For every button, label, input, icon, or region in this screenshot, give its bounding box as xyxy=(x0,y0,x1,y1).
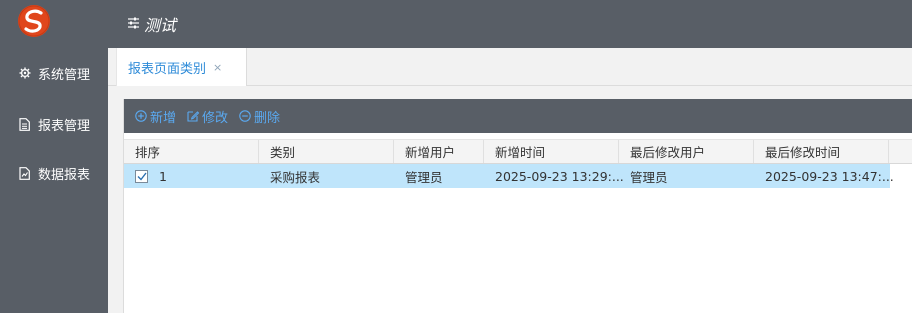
add-button[interactable]: 新增 xyxy=(135,107,176,126)
app-title: 测试 xyxy=(144,16,177,35)
document-icon xyxy=(18,117,31,131)
column-header-modified-time[interactable]: 最后修改时间 xyxy=(754,140,889,163)
tab-report-page-category[interactable]: 报表页面类别 × xyxy=(116,48,247,86)
close-icon[interactable]: × xyxy=(213,61,222,74)
edit-button-label: 修改 xyxy=(202,110,229,126)
toolbar: 新增 修改 删除 xyxy=(124,99,912,133)
column-header-modified-by[interactable]: 最后修改用户 xyxy=(619,140,754,163)
row-checkbox[interactable] xyxy=(135,169,148,183)
sidebar-item-system-management[interactable]: 系统管理 xyxy=(0,58,108,88)
cell-category: 采购报表 xyxy=(270,169,321,185)
column-header-created-by[interactable]: 新增用户 xyxy=(394,140,484,163)
add-button-label: 新增 xyxy=(150,110,177,126)
sidebar-item-report-management[interactable]: 报表管理 xyxy=(0,109,108,139)
report-icon xyxy=(18,166,31,180)
menu-toggle-icon[interactable] xyxy=(128,17,139,29)
cell-sort-value: 1 xyxy=(159,168,167,184)
cell-created-by: 管理员 xyxy=(405,169,443,185)
delete-button-label: 删除 xyxy=(254,110,281,126)
minus-circle-icon xyxy=(239,110,251,122)
cell-sort: 1 xyxy=(124,164,259,188)
sidebar: 系统管理 报表管理 数据报表 xyxy=(0,0,108,313)
delete-button[interactable]: 删除 xyxy=(239,107,280,126)
sidebar-item-data-reports[interactable]: 数据报表 xyxy=(0,158,108,188)
edit-button[interactable]: 修改 xyxy=(187,107,228,126)
edit-icon xyxy=(187,111,200,122)
tab-label: 报表页面类别 xyxy=(128,61,207,77)
column-header-created-time[interactable]: 新增时间 xyxy=(484,140,619,163)
table-row[interactable]: 1 采购报表 管理员 2025-09-23 13:29:... 管理员 2025… xyxy=(124,164,894,188)
top-header: 测试 xyxy=(108,0,912,48)
sidebar-item-label: 报表管理 xyxy=(38,118,91,134)
gear-icon xyxy=(18,67,31,80)
cell-created-time: 2025-09-23 13:29:... xyxy=(495,168,624,184)
grid-header: 排序 类别 新增用户 新增时间 最后修改用户 最后修改时间 xyxy=(124,139,912,164)
content-panel: 新增 修改 删除 排序 类别 新增用户 新增时间 最后修改用户 最后修改时间 1… xyxy=(123,99,912,313)
cell-modified-time: 2025-09-23 13:47:... xyxy=(765,168,894,184)
column-header-sort[interactable]: 排序 xyxy=(124,140,259,163)
sidebar-item-label: 数据报表 xyxy=(38,167,91,183)
plus-circle-icon xyxy=(135,110,147,122)
sidebar-item-label: 系统管理 xyxy=(38,67,91,83)
tab-bar: 报表页面类别 × xyxy=(108,48,912,86)
cell-modified-by: 管理员 xyxy=(630,169,668,185)
checkmark-icon xyxy=(137,172,147,181)
logo-icon xyxy=(17,4,51,38)
column-header-category[interactable]: 类别 xyxy=(259,140,394,163)
